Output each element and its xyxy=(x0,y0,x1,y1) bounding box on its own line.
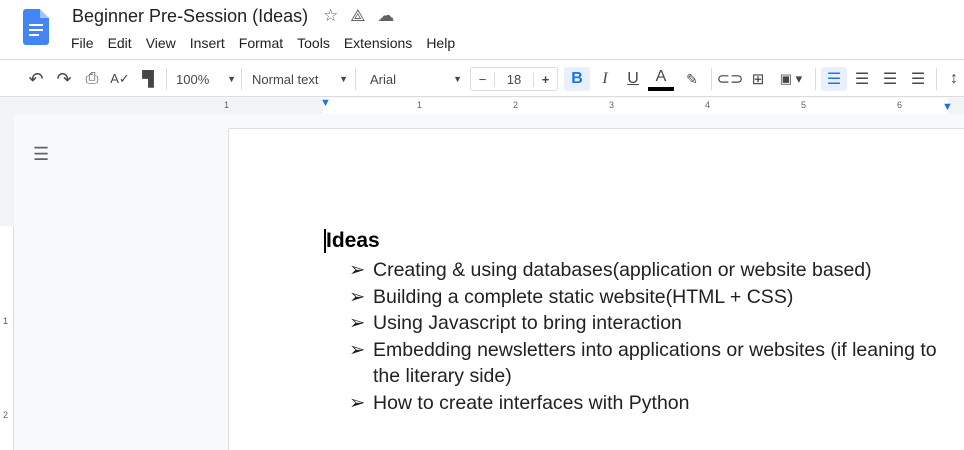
zoom-select[interactable]: 100% ▼ xyxy=(176,67,236,91)
list-item: ➢ Embedding newsletters into applications… xyxy=(349,337,939,390)
style-value: Normal text xyxy=(252,71,319,87)
link-icon[interactable]: ⊂⊃ xyxy=(717,67,744,91)
arrow-bullet-icon: ➢ xyxy=(349,338,366,361)
menu-view[interactable]: View xyxy=(146,35,176,51)
italic-button[interactable]: I xyxy=(592,67,618,91)
star-icon[interactable]: ☆ xyxy=(323,6,338,26)
menu-bar: File Edit View Insert Format Tools Exten… xyxy=(71,35,469,51)
right-indent-marker-icon[interactable]: ▼ xyxy=(942,101,953,113)
font-size-stepper[interactable]: − 18 + xyxy=(470,67,558,91)
chevron-down-icon: ▼ xyxy=(453,74,462,84)
list-item: ➢ Building a complete static website(HTML… xyxy=(349,284,939,311)
list-item-text: Building a complete static website(HTML … xyxy=(373,285,794,308)
justify-icon[interactable]: ☰ xyxy=(905,67,931,91)
bold-button[interactable]: B xyxy=(564,67,590,91)
list-item-text: How to create interfaces with Python xyxy=(373,391,690,414)
font-value: Arial xyxy=(370,71,397,87)
increase-font-size-button[interactable]: + xyxy=(533,71,557,87)
document-page[interactable]: Ideas ➢ Creating & using databases(applic… xyxy=(228,128,964,450)
align-right-icon[interactable]: ☰ xyxy=(877,67,903,91)
menu-format[interactable]: Format xyxy=(239,35,283,51)
menu-extensions[interactable]: Extensions xyxy=(344,35,412,51)
ruler-number: 6 xyxy=(897,100,903,110)
zoom-value: 100% xyxy=(176,71,210,87)
ruler-number: 4 xyxy=(705,100,711,110)
arrow-bullet-icon: ➢ xyxy=(349,285,366,308)
cloud-saved-icon[interactable]: ☁ xyxy=(377,6,394,26)
arrow-bullet-icon: ➢ xyxy=(349,259,366,281)
heading: Ideas xyxy=(326,229,380,252)
align-left-icon[interactable]: ☰ xyxy=(821,67,847,91)
menu-tools[interactable]: Tools xyxy=(297,35,330,51)
font-size-input[interactable]: 18 xyxy=(507,72,521,87)
document-outline-icon[interactable]: ☰ xyxy=(33,144,49,165)
highlight-icon[interactable]: ✎ xyxy=(680,67,704,91)
list-item: ➢ Using Javascript to bring interaction xyxy=(349,310,939,337)
vertical-ruler[interactable]: 1 2 xyxy=(0,114,14,450)
print-icon[interactable]: ⎙ xyxy=(80,67,104,91)
horizontal-ruler[interactable]: 1 ▼ 1 2 3 4 5 6 ▼ xyxy=(0,97,964,114)
style-select[interactable]: Normal text ▼ xyxy=(252,67,348,91)
document-title[interactable]: Beginner Pre-Session (Ideas) xyxy=(72,6,308,27)
ruler-number: 1 xyxy=(3,316,9,326)
list-item-text: Creating & using databases(application o… xyxy=(373,259,872,281)
bullet-list: ➢ Creating & using databases(application … xyxy=(349,257,939,417)
list-item-text: Embedding newsletters into applications … xyxy=(373,338,937,388)
title-bar: Beginner Pre-Session (Ideas) ☆ ⟁ ☁ File … xyxy=(0,0,964,60)
ruler-number: 1 xyxy=(224,100,230,110)
paint-format-icon[interactable]: ▜ xyxy=(136,67,160,91)
list-item: ➢ How to create interfaces with Python xyxy=(349,390,939,417)
add-comment-icon[interactable]: ⊞ xyxy=(746,67,770,91)
redo-icon[interactable]: ↷ xyxy=(52,67,76,91)
undo-icon[interactable]: ↶ xyxy=(24,67,48,91)
ruler-number: 5 xyxy=(801,100,807,110)
font-select[interactable]: Arial ▼ xyxy=(370,67,462,91)
ruler-number: 3 xyxy=(609,100,615,110)
menu-help[interactable]: Help xyxy=(426,35,455,51)
move-to-drive-icon[interactable]: ⟁ xyxy=(350,6,365,26)
list-item: ➢ Creating & using databases(application … xyxy=(349,257,939,284)
insert-image-icon[interactable]: ▣ ▾ xyxy=(774,67,808,91)
menu-insert[interactable]: Insert xyxy=(190,35,225,51)
line-spacing-icon[interactable]: ↕ xyxy=(942,67,964,91)
indent-marker-icon[interactable]: ▼ xyxy=(320,97,331,109)
arrow-bullet-icon: ➢ xyxy=(349,312,366,335)
spellcheck-icon[interactable]: A✓ xyxy=(108,67,132,91)
arrow-bullet-icon: ➢ xyxy=(349,391,366,414)
ruler-number: 2 xyxy=(513,100,519,110)
underline-button[interactable]: U xyxy=(620,67,646,91)
ruler-number: 2 xyxy=(3,410,9,420)
toolbar: ↶ ↷ ⎙ A✓ ▜ 100% ▼ Normal text ▼ Arial ▼ − 1… xyxy=(0,59,964,97)
align-center-icon[interactable]: ☰ xyxy=(849,67,875,91)
docs-logo-icon[interactable] xyxy=(23,9,49,45)
ruler-number: 1 xyxy=(417,100,423,110)
decrease-font-size-button[interactable]: − xyxy=(471,71,495,87)
text-color-button[interactable]: A xyxy=(648,67,674,91)
chevron-down-icon: ▼ xyxy=(227,74,236,84)
menu-file[interactable]: File xyxy=(71,35,94,51)
list-item-text: Using Javascript to bring interaction xyxy=(373,312,682,335)
chevron-down-icon: ▼ xyxy=(339,74,348,84)
menu-edit[interactable]: Edit xyxy=(108,35,132,51)
